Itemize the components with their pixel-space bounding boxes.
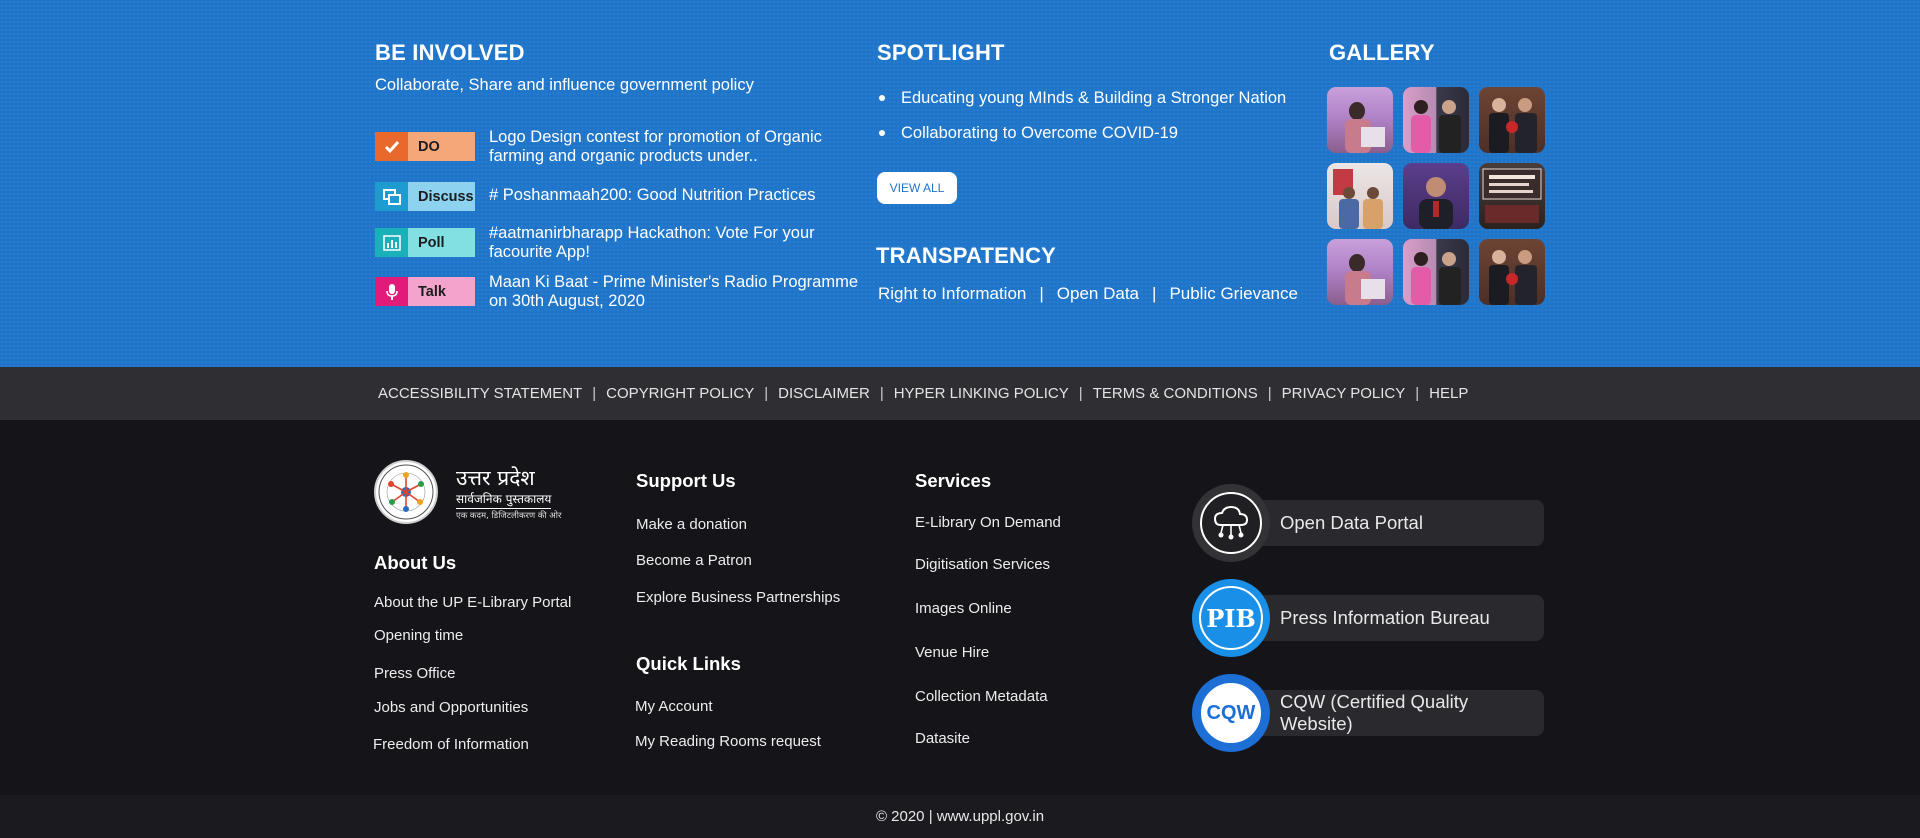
- freedom-of-information-link[interactable]: Freedom of Information: [373, 736, 529, 753]
- about-us-title: About Us: [374, 552, 457, 573]
- activity-poll[interactable]: Poll #aatmanirbharapp Hackathon: Vote Fo…: [375, 224, 855, 264]
- press-office-link[interactable]: Press Office: [374, 665, 455, 682]
- privacy-policy-link[interactable]: PRIVACY POLICY: [1282, 385, 1406, 402]
- business-partnerships-link[interactable]: Explore Business Partnerships: [636, 589, 840, 606]
- gallery-grid: [1327, 87, 1545, 305]
- pib-logo-text: PIB: [1206, 603, 1256, 633]
- about-portal-link[interactable]: About the UP E-Library Portal: [374, 594, 571, 611]
- talk-label: Talk: [408, 277, 475, 306]
- check-icon: [375, 132, 408, 161]
- activity-discuss[interactable]: Discuss # Poshanmaah200: Good Nutrition …: [375, 178, 855, 218]
- accessibility-statement-link[interactable]: ACCESSIBILITY STATEMENT: [378, 385, 582, 402]
- poll-label: Poll: [408, 228, 475, 257]
- patron-link[interactable]: Become a Patron: [636, 552, 752, 569]
- spotlight-list: Educating young MInds & Building a Stron…: [877, 86, 1286, 156]
- do-link[interactable]: Logo Design contest for promotion of Org…: [489, 128, 869, 166]
- separator: |: [1039, 284, 1044, 303]
- library-emblem: [374, 460, 438, 524]
- policy-links: ACCESSIBILITY STATEMENT | COPYRIGHT POLI…: [378, 367, 1468, 420]
- transparency-links: Right to Information | Open Data | Publi…: [878, 284, 1298, 304]
- poll-badge[interactable]: Poll: [375, 228, 475, 257]
- jobs-link[interactable]: Jobs and Opportunities: [374, 699, 528, 716]
- separator: |: [879, 385, 884, 402]
- collection-metadata-link[interactable]: Collection Metadata: [915, 688, 1048, 705]
- gallery-photo[interactable]: [1403, 239, 1469, 305]
- uppl-logo[interactable]: उत्तर प्रदेश सार्वजनिक पुस्तकालय एक कदम,…: [374, 460, 574, 526]
- gallery-title: GALLERY: [1329, 40, 1435, 65]
- separator: |: [1152, 284, 1157, 303]
- help-link[interactable]: HELP: [1429, 385, 1468, 402]
- discuss-badge[interactable]: Discuss: [375, 182, 475, 211]
- disclaimer-link[interactable]: DISCLAIMER: [778, 385, 870, 402]
- activity-do[interactable]: DO Logo Design contest for promotion of …: [375, 128, 855, 168]
- be-involved-subtitle: Collaborate, Share and influence governm…: [375, 76, 754, 94]
- spotlight-item[interactable]: Educating young MInds & Building a Stron…: [877, 86, 1286, 121]
- public-grievance-link[interactable]: Public Grievance: [1169, 284, 1298, 304]
- poll-link[interactable]: #aatmanirbharapp Hackathon: Vote For you…: [489, 224, 869, 262]
- terms-conditions-link[interactable]: TERMS & CONDITIONS: [1093, 385, 1258, 402]
- support-us-title: Support Us: [636, 470, 736, 491]
- be-involved-title: BE INVOLVED: [375, 40, 525, 65]
- cqw-logo-icon: CQW: [1192, 674, 1270, 752]
- cqw-logo-text: CQW: [1206, 701, 1256, 724]
- cqw-card[interactable]: CQW CQW (Certified Quality Website): [1192, 674, 1544, 752]
- copyright-policy-link[interactable]: COPYRIGHT POLICY: [606, 385, 754, 402]
- discuss-label: Discuss: [408, 182, 475, 211]
- open-data-portal-label: Open Data Portal: [1280, 512, 1423, 533]
- gallery-photo[interactable]: [1479, 239, 1545, 305]
- datasite-link[interactable]: Datasite: [915, 730, 970, 747]
- gallery-photo[interactable]: [1327, 239, 1393, 305]
- transparency-title: TRANSPATENCY: [876, 243, 1057, 268]
- view-all-button[interactable]: VIEW ALL: [877, 172, 957, 204]
- hyper-linking-policy-link[interactable]: HYPER LINKING POLICY: [894, 385, 1069, 402]
- gallery-photo[interactable]: [1403, 163, 1469, 229]
- logo-title: उत्तर प्रदेश: [456, 466, 535, 490]
- gallery-photo[interactable]: [1403, 87, 1469, 153]
- policy-bar: ACCESSIBILITY STATEMENT | COPYRIGHT POLI…: [0, 367, 1920, 420]
- chat-icon: [375, 182, 408, 211]
- gallery-photo[interactable]: [1479, 87, 1545, 153]
- logo-tagline: एक कदम, डिजिटलीकरण की ओर: [456, 511, 562, 521]
- e-library-on-demand-link[interactable]: E-Library On Demand: [915, 514, 1061, 531]
- pib-card[interactable]: PIB Press Information Bureau: [1192, 579, 1544, 657]
- talk-link[interactable]: Maan Ki Baat - Prime Minister's Radio Pr…: [489, 273, 869, 311]
- separator: |: [1078, 385, 1083, 402]
- microphone-icon: [375, 277, 408, 306]
- open-data-link[interactable]: Open Data: [1057, 284, 1139, 304]
- open-data-portal-card[interactable]: Open Data Portal: [1192, 484, 1544, 562]
- do-badge[interactable]: DO: [375, 132, 475, 161]
- quick-links-title: Quick Links: [636, 653, 741, 674]
- gallery-photo[interactable]: [1327, 87, 1393, 153]
- opening-time-link[interactable]: Opening time: [374, 627, 463, 644]
- images-online-link[interactable]: Images Online: [915, 600, 1012, 617]
- separator: |: [1415, 385, 1420, 402]
- gallery-photo[interactable]: [1327, 163, 1393, 229]
- digitisation-services-link[interactable]: Digitisation Services: [915, 556, 1050, 573]
- right-to-information-link[interactable]: Right to Information: [878, 284, 1026, 304]
- services-title: Services: [915, 470, 992, 491]
- venue-hire-link[interactable]: Venue Hire: [915, 644, 989, 661]
- spotlight-title: SPOTLIGHT: [877, 40, 1005, 65]
- discuss-link[interactable]: # Poshanmaah200: Good Nutrition Practice…: [489, 186, 869, 205]
- activity-talk[interactable]: Talk Maan Ki Baat - Prime Minister's Rad…: [375, 273, 858, 313]
- pib-logo-icon: PIB: [1192, 579, 1270, 657]
- separator: |: [592, 385, 597, 402]
- my-account-link[interactable]: My Account: [635, 698, 713, 715]
- cqw-label: CQW (Certified Quality Website): [1280, 691, 1469, 734]
- gallery-photo[interactable]: [1479, 163, 1545, 229]
- separator: |: [764, 385, 769, 402]
- copyright-bar: © 2020 | www.uppl.gov.in: [0, 795, 1920, 838]
- separator: |: [1267, 385, 1272, 402]
- pib-label: Press Information Bureau: [1280, 607, 1490, 628]
- logo-subtitle: सार्वजनिक पुस्तकालय: [456, 490, 552, 509]
- spotlight-item[interactable]: Collaborating to Overcome COVID-19: [877, 121, 1286, 156]
- cloud-network-icon: [1192, 484, 1270, 562]
- reading-rooms-link[interactable]: My Reading Rooms request: [635, 733, 821, 750]
- do-label: DO: [408, 132, 475, 161]
- bar-chart-icon: [375, 228, 408, 257]
- copyright-text: © 2020 | www.uppl.gov.in: [875, 808, 1045, 825]
- talk-badge[interactable]: Talk: [375, 277, 475, 306]
- donation-link[interactable]: Make a donation: [636, 516, 747, 533]
